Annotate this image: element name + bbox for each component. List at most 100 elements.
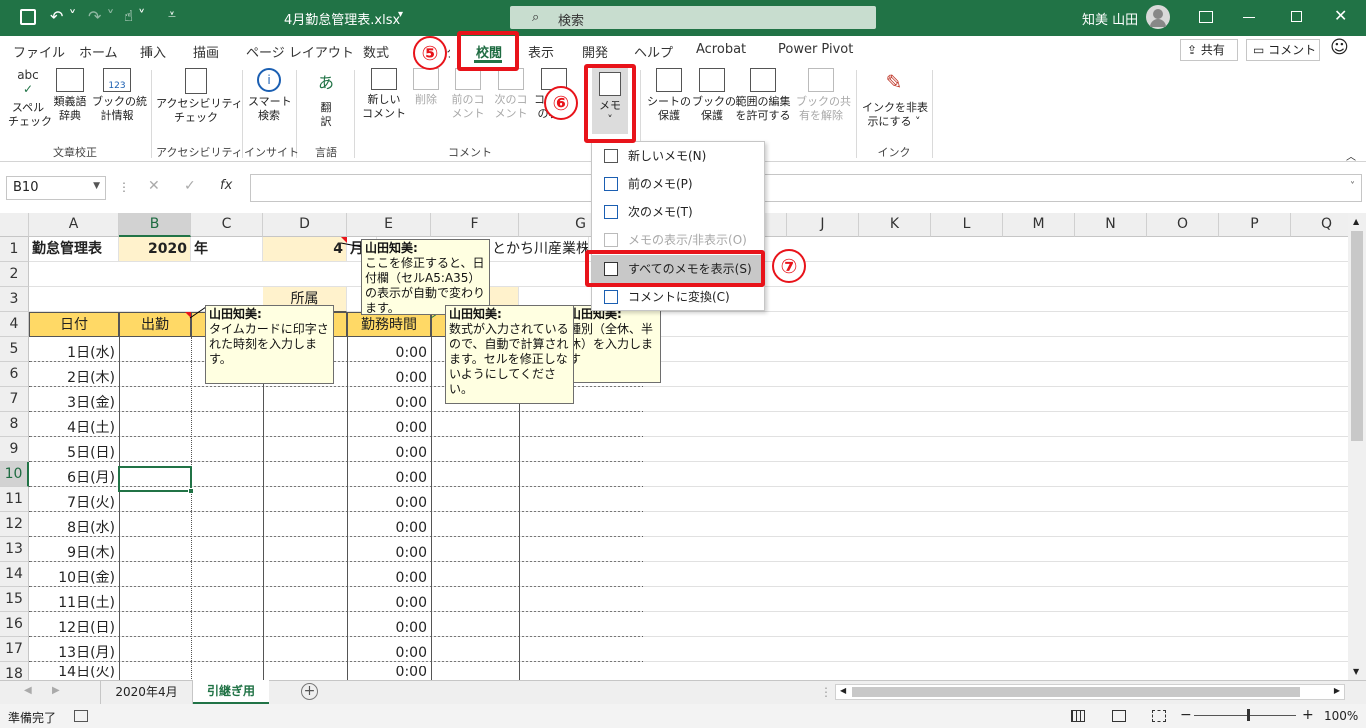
tab-acrobat[interactable]: Acrobat [696, 42, 746, 57]
tab-formulas[interactable]: 数式 [363, 42, 389, 61]
column-header-p[interactable]: P [1219, 213, 1291, 237]
cell-a9[interactable]: 5日(日) [30, 441, 118, 466]
sheet-tab-2020-april[interactable]: 2020年4月 [100, 681, 193, 704]
row-header-9[interactable]: 9 [0, 437, 29, 462]
row-header-17[interactable]: 17 [0, 637, 29, 662]
column-header-m[interactable]: M [1003, 213, 1075, 237]
cell-a18[interactable]: 14日(火) [30, 666, 118, 680]
share-button[interactable]: ⇪ 共有 [1180, 39, 1238, 61]
enter-entry-icon[interactable]: ✓ [184, 178, 196, 194]
menu-convert-to-comment[interactable]: コメントに変換(C) [592, 283, 764, 311]
cell-a17[interactable]: 13日(月) [30, 641, 118, 666]
cell-e14[interactable]: 0:00 [348, 566, 430, 591]
protect-sheet-button[interactable]: シートの 保護 [646, 68, 692, 123]
tab-power-pivot[interactable]: Power Pivot [778, 42, 853, 57]
tab-page-layout[interactable]: ページ レイアウト [246, 42, 354, 61]
tab-developer[interactable]: 開発 [582, 42, 608, 61]
cell-e16[interactable]: 0:00 [348, 616, 430, 641]
insert-function-icon[interactable]: fx [220, 178, 232, 193]
restore-icon[interactable] [1291, 11, 1302, 22]
undo-icon[interactable]: ↶ ˅ [50, 7, 77, 26]
cell-e10[interactable]: 0:00 [348, 466, 430, 491]
cell-e8[interactable]: 0:00 [348, 416, 430, 441]
sheet-next-icon[interactable]: ▶ [52, 685, 60, 696]
row-header-8[interactable]: 8 [0, 412, 29, 437]
cell-e18[interactable]: 0:00 [348, 666, 430, 680]
scroll-left-icon[interactable]: ◀ [840, 686, 846, 695]
memo-d1[interactable]: 山田知美: ここを修正すると、日付欄（セルA5:A35）の表示が自動で変わります。 [361, 239, 490, 315]
row-header-11[interactable]: 11 [0, 487, 29, 512]
tab-insert[interactable]: 挿入 [140, 42, 166, 61]
memo-e4[interactable]: 山田知美: 数式が入力されているので、自動で計算されます。セルを修正しないようにし… [445, 305, 574, 404]
normal-view-icon[interactable] [1071, 710, 1085, 722]
horizontal-scrollbar[interactable]: ◀ ▶ [835, 684, 1345, 700]
row-header-16[interactable]: 16 [0, 612, 29, 637]
fill-handle[interactable] [188, 488, 194, 494]
add-sheet-icon[interactable]: + [301, 683, 318, 700]
cell-a16[interactable]: 12日(日) [30, 616, 118, 641]
smart-lookup-button[interactable]: i スマート 検索 [248, 68, 292, 123]
sheet-tab-handover[interactable]: 引継ぎ用 [193, 680, 269, 704]
thesaurus-button[interactable]: 類義語 辞典 [50, 68, 90, 123]
row-header-18[interactable]: 18 [0, 662, 29, 680]
cell-a12[interactable]: 8日(水) [30, 516, 118, 541]
memo-b4[interactable]: 山田知美: タイムカードに印字された時刻を入力します。 [205, 305, 334, 384]
accessibility-check-button[interactable]: アクセシビリティ チェック [156, 68, 243, 125]
page-layout-view-icon[interactable] [1112, 710, 1126, 722]
unshare-workbook-button[interactable]: ブックの共 有を解除 [796, 68, 851, 123]
cell-a15[interactable]: 11日(土) [30, 591, 118, 616]
row-header-14[interactable]: 14 [0, 562, 29, 587]
column-header-k[interactable]: K [859, 213, 931, 237]
cell-e12[interactable]: 0:00 [348, 516, 430, 541]
cancel-entry-icon[interactable]: ✕ [148, 178, 160, 194]
cell-e17[interactable]: 0:00 [348, 641, 430, 666]
previous-comment-button[interactable]: 前のコ メント [448, 68, 488, 121]
zoom-slider-thumb[interactable] [1247, 709, 1250, 721]
cell-a14[interactable]: 10日(金) [30, 566, 118, 591]
menu-previous-memo[interactable]: 前のメモ(P) [592, 170, 764, 198]
file-name-chevron-icon[interactable]: ▾ [398, 9, 403, 20]
column-header-o[interactable]: O [1147, 213, 1219, 237]
zoom-slider[interactable] [1194, 709, 1296, 721]
smiley-icon[interactable]: ☺ [1330, 37, 1349, 58]
sheet-prev-icon[interactable]: ◀ [24, 685, 32, 696]
cell-a8[interactable]: 4日(土) [30, 416, 118, 441]
tab-home[interactable]: ホーム [79, 42, 118, 61]
comment-button[interactable]: ▭ コメント [1246, 39, 1320, 61]
row-header-13[interactable]: 13 [0, 537, 29, 562]
save-icon[interactable] [20, 9, 36, 25]
horizontal-scroll-thumb[interactable] [852, 687, 1300, 697]
minimize-icon[interactable] [1243, 17, 1255, 18]
scroll-down-icon[interactable]: ▼ [1353, 667, 1359, 676]
name-box-dropdown-icon[interactable]: ▼ [93, 181, 100, 191]
formula-input[interactable]: ˅ [250, 174, 1362, 202]
customize-qat-icon[interactable]: ⩡ [168, 7, 176, 23]
new-comment-button[interactable]: 新しい コメント [361, 68, 407, 121]
protect-workbook-button[interactable]: ブックの 保護 [692, 68, 736, 123]
cell-a10[interactable]: 6日(月) [30, 466, 118, 491]
avatar[interactable] [1146, 5, 1170, 29]
row-header-10[interactable]: 10 [0, 462, 29, 487]
redo-icon[interactable]: ↷ ˅ [88, 7, 115, 26]
spell-check-button[interactable]: abc ✓ スペル チェック [8, 68, 52, 129]
menu-new-memo[interactable]: 新しいメモ(N) [592, 142, 764, 170]
zoom-level[interactable]: 100% [1324, 709, 1358, 723]
vertical-scrollbar[interactable]: ▲ ▼ [1348, 213, 1366, 680]
workbook-stats-button[interactable]: 123 ブックの統 計情報 [92, 68, 147, 123]
tab-view[interactable]: 表示 [528, 42, 554, 61]
column-header-l[interactable]: L [931, 213, 1003, 237]
macro-record-icon[interactable] [74, 710, 88, 722]
cell-a11[interactable]: 7日(火) [30, 491, 118, 516]
menu-next-memo[interactable]: 次のメモ(T) [592, 198, 764, 226]
ribbon-display-icon[interactable] [1199, 11, 1213, 23]
next-comment-button[interactable]: 次のコ メント [491, 68, 531, 121]
cell-e11[interactable]: 0:00 [348, 491, 430, 516]
name-box[interactable]: B10 ▼ [6, 176, 106, 200]
cell-a13[interactable]: 9日(木) [30, 541, 118, 566]
tab-file[interactable]: ファイル [13, 42, 65, 61]
memo-g4[interactable]: 山田知美: 種別（全休、半休）を入力します [565, 305, 661, 383]
tab-help[interactable]: ヘルプ [634, 42, 673, 61]
active-cell-b10[interactable] [118, 466, 194, 494]
cell-e9[interactable]: 0:00 [348, 441, 430, 466]
scroll-right-icon[interactable]: ▶ [1334, 686, 1340, 695]
